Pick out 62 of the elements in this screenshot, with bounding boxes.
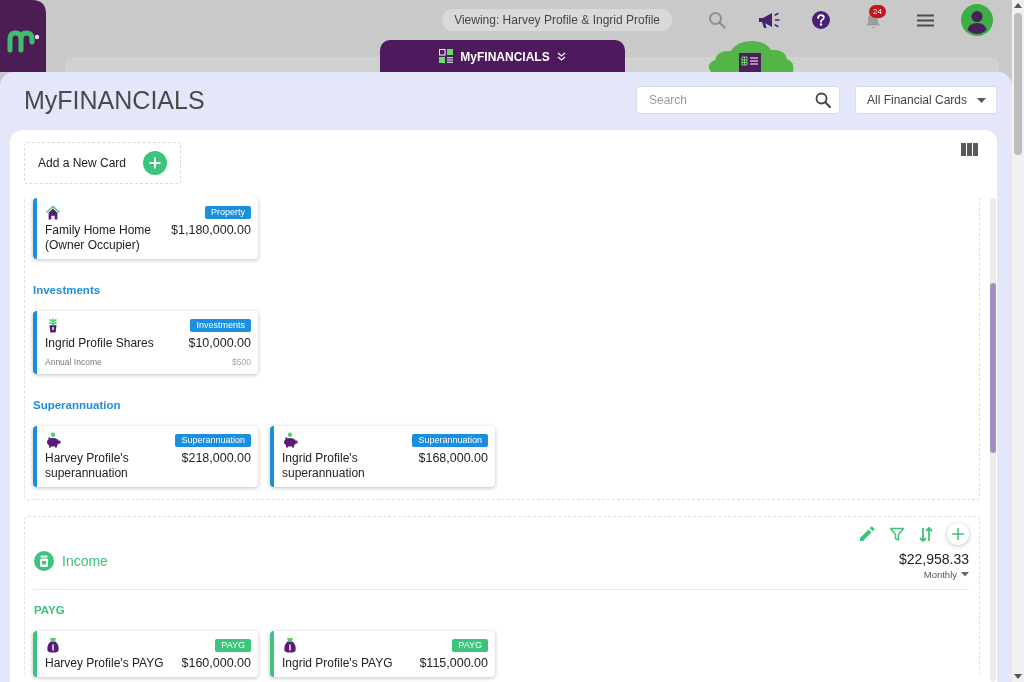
category-badge: Investments: [190, 318, 251, 332]
category-heading: PAYG: [34, 603, 66, 617]
financial-card[interactable]: PAYG Ingrid Profile's PAYG $115,000.00: [270, 631, 495, 677]
card-note-value: $500: [232, 357, 251, 368]
page-scrollbar[interactable]: [1012, 0, 1024, 682]
page-title: MyFINANCIALS: [23, 86, 206, 114]
card-amount: $1,180,000.00: [171, 223, 251, 239]
category-badge: Property: [205, 205, 251, 219]
jar-icon: [34, 551, 54, 571]
logo-icon[interactable]: [0, 0, 46, 72]
category-badge: Superannuation: [412, 433, 488, 447]
card-amount: $10,000.00: [188, 336, 251, 351]
card-name: Ingrid Profile Shares: [45, 336, 155, 351]
category-heading: Superannuation: [33, 398, 122, 412]
dashboard-icon: [439, 49, 454, 63]
section-total: $22,958.33: [898, 551, 969, 568]
period-dropdown[interactable]: Monthly: [923, 568, 969, 581]
plus-icon: [143, 151, 167, 175]
notification-badge: 24: [869, 5, 886, 18]
financial-card[interactable]: Superannuation Ingrid Profile's superannuation $168,000.00: [270, 426, 495, 487]
card-amount: $160,000.00: [181, 656, 251, 671]
megaphone-icon[interactable]: [758, 11, 780, 29]
card-name: Ingrid Profile's PAYG: [282, 656, 394, 671]
category-badge: Superannuation: [175, 433, 251, 447]
financial-card[interactable]: Property Family Home Home (Owner Occupier) $1,180,000.00: [33, 198, 258, 259]
money-bag-icon: [45, 637, 61, 653]
nav-tab[interactable]: MyFINANCIALS: [380, 40, 625, 72]
card-name: Ingrid Profile's superannuation: [282, 451, 366, 481]
avatar-icon[interactable]: [961, 4, 993, 36]
house-icon: [45, 204, 61, 220]
category-badge: PAYG: [215, 638, 251, 652]
double-chevron-icon: [556, 51, 566, 61]
caret-icon: [961, 572, 969, 577]
card-name: Harvey Profile's superannuation: [45, 451, 130, 481]
columns-icon[interactable]: [961, 143, 978, 156]
card-note-label: Annual Income: [45, 357, 102, 368]
search-icon[interactable]: [815, 92, 831, 108]
card-name: Family Home Home (Owner Occupier): [45, 223, 153, 253]
help-icon[interactable]: [812, 11, 830, 29]
money-bag-icon: [282, 637, 298, 653]
add-card-button[interactable]: Add a New Card: [24, 142, 181, 184]
filter-dropdown[interactable]: All Financial Cards: [855, 86, 997, 114]
financial-card[interactable]: Investments Ingrid Profile Shares $10,000.00 Annual Income $500: [33, 311, 258, 374]
category-heading: Investments: [33, 283, 102, 297]
financial-card[interactable]: Superannuation Harvey Profile's superannuation $218,000.00: [33, 426, 258, 487]
card-name: Harvey Profile's PAYG: [45, 656, 165, 671]
scrollbar-thumb[interactable]: [990, 283, 996, 453]
scrollbar-thumb[interactable]: [1014, 13, 1022, 155]
card-amount: $218,000.00: [181, 451, 251, 467]
section-title: Income: [62, 553, 108, 569]
caret-icon: [977, 97, 986, 103]
menu-icon[interactable]: [916, 13, 934, 27]
financial-card[interactable]: PAYG Harvey Profile's PAYG $160,000.00: [33, 631, 258, 677]
category-badge: PAYG: [452, 638, 488, 652]
piggy-bank-icon: [45, 432, 61, 448]
piggy-bank-icon: [282, 432, 298, 448]
card-amount: $115,000.00: [419, 656, 488, 671]
scrollbar-track[interactable]: [990, 198, 996, 682]
search-field[interactable]: Search: [636, 86, 840, 114]
viewing-profiles-chip[interactable]: Viewing: Harvey Profile & Ingrid Profile: [442, 9, 672, 31]
card-amount: $168,000.00: [418, 451, 488, 467]
plus-icon: [952, 528, 964, 540]
